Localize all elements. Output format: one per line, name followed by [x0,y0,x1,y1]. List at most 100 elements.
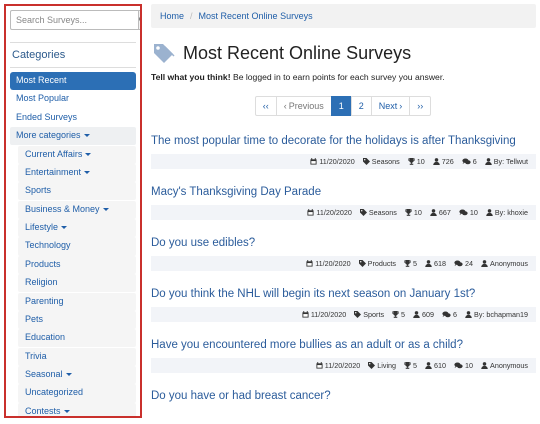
sidebar-item-lifestyle[interactable]: Lifestyle [18,219,136,238]
sidebar-item-education[interactable]: Education [18,329,136,348]
survey-title-link[interactable]: The most popular time to decorate for th… [151,132,536,150]
survey-date: 11/20/2020 [302,310,346,319]
survey-meta: 11/20/2020 Seasons 10 667 10 By: khoxie [151,205,536,220]
survey-comments[interactable]: 24 [454,259,473,268]
sidebar-item-religion[interactable]: Religion [18,274,136,293]
tagline-text: Be logged in to earn points for each sur… [230,72,445,82]
survey-comments-text: 10 [469,208,478,217]
survey-category[interactable]: Seasons [362,157,400,166]
sidebar-item-most-popular[interactable]: Most Popular [10,90,136,108]
caret-down-icon [61,226,68,230]
survey-meta: 11/20/2020 Living 5 610 10 Anonymous [151,358,536,373]
survey-comments-text: 24 [465,259,474,268]
trophy-icon [404,260,412,267]
pager-previous-button[interactable]: ‹ Previous [275,96,332,116]
pager-previous-label: Previous [288,101,324,111]
survey-points-text: 5 [401,310,406,319]
pager-page-1[interactable]: 1 [330,96,352,116]
survey-category[interactable]: Seasons [359,208,397,217]
survey-author[interactable]: Anonymous [481,361,528,370]
sidebar-item-technology[interactable]: Technology [18,237,136,256]
sidebar-item-business-money[interactable]: Business & Money [18,200,136,219]
survey-category[interactable]: Products [358,259,396,268]
tag-icon [358,260,366,267]
pager-first-button[interactable]: ‹‹ [254,96,277,116]
page-title: Most Recent Online Surveys [183,42,412,63]
sidebar-item-label: Technology [25,240,71,251]
pager-last-button[interactable]: ›› [409,96,432,116]
sidebar-item-seasonal[interactable]: Seasonal [18,366,136,385]
survey-comments[interactable]: 10 [459,208,478,217]
pager-page-2[interactable]: 2 [350,96,372,116]
pagination: ‹‹ ‹ Previous 1 2 Next › ›› [151,96,536,116]
sidebar-item-entertainment[interactable]: Entertainment [18,163,136,183]
survey-author[interactable]: By: khoxie [486,208,528,217]
sidebar-item-pets[interactable]: Pets [18,310,136,330]
trophy-icon [404,362,412,369]
survey-category[interactable]: Sports [354,310,384,319]
survey-category-text: Sports [363,310,385,319]
calendar-icon [310,158,317,165]
search-input[interactable] [10,10,138,30]
search-button[interactable] [138,10,140,30]
survey-responses-text: 667 [438,208,451,217]
sidebar-item-label: Entertainment [25,166,82,177]
sidebar-item-sports[interactable]: Sports [18,182,136,201]
survey-points-text: 10 [416,157,425,166]
survey-points-text: 5 [413,259,418,268]
survey-author[interactable]: By: bchapman19 [465,310,528,319]
survey-category[interactable]: Living [368,361,396,370]
survey-responses: 618 [425,259,446,268]
sidebar-item-label: More categories [16,130,81,141]
survey-author-text: By: khoxie [494,208,528,217]
main-content: Home / Most Recent Online Surveys Most R… [151,4,536,424]
calendar-icon [302,311,309,318]
calendar-icon [316,362,323,369]
survey-date: 11/20/2020 [307,208,352,217]
survey-points-text: 10 [413,208,422,217]
survey-title-link[interactable]: Do you have or had breast cancer? [151,387,536,405]
survey-responses-text: 726 [441,157,454,166]
survey-item: Do you use edibles? 11/20/2020 Products 5 61… [151,234,536,285]
trophy-icon [392,311,400,318]
sidebar-item-products[interactable]: Products [18,255,136,274]
survey-title-link[interactable]: Macy's Thanksgiving Day Parade [151,183,536,201]
sidebar-item-parenting[interactable]: Parenting [18,292,136,311]
sidebar-item-ended-surveys[interactable]: Ended Surveys [10,109,136,127]
sidebar-item-uncategorized[interactable]: Uncategorized [18,384,136,403]
survey-title-link[interactable]: Have you encountered more bullies as an … [151,336,536,354]
chevron-left-icon: ‹ [283,101,287,111]
survey-comments-text: 6 [453,310,458,319]
survey-date: 11/20/2020 [316,361,360,370]
comments-icon [459,209,468,216]
survey-points: 10 [407,157,425,166]
survey-author[interactable]: Anonymous [481,259,528,268]
survey-comments[interactable]: 10 [454,361,473,370]
pager-next-button[interactable]: Next › [370,96,411,116]
survey-meta: 11/20/2020 Seasons 10 726 6 By: Tellwut [151,154,536,169]
sidebar-item-trivia[interactable]: Trivia [18,347,136,366]
breadcrumb-home[interactable]: Home [160,11,184,21]
survey-title-link[interactable]: Do you use edibles? [151,234,536,252]
sidebar-item-more-categories[interactable]: More categories [10,127,136,146]
sidebar-item-most-recent[interactable]: Most Recent [10,72,136,91]
tag-icon [368,362,376,369]
sidebar-item-contests[interactable]: Contests [18,402,136,416]
sidebar-item-label: Current Affairs [25,148,83,159]
user-icon [485,158,492,165]
survey-category-text: Living [377,361,397,370]
sidebar-item-label: Contests [25,405,61,416]
sidebar-item-label: Business & Money [25,203,100,214]
sidebar-item-label: Products [25,258,61,269]
breadcrumb-current[interactable]: Most Recent Online Surveys [199,11,313,21]
survey-points: 10 [404,208,422,217]
survey-comments[interactable]: 6 [462,157,477,166]
survey-title-link[interactable]: Do you think the NHL will begin its next… [151,285,536,303]
sidebar-item-current-affairs[interactable]: Current Affairs [18,145,136,164]
survey-comments[interactable]: 6 [442,310,457,319]
survey-comments-text: 10 [465,361,474,370]
survey-author[interactable]: By: Tellwut [485,157,528,166]
sidebar-item-label: Pets [25,313,44,324]
user-icon [481,362,488,369]
user-icon [486,209,493,216]
